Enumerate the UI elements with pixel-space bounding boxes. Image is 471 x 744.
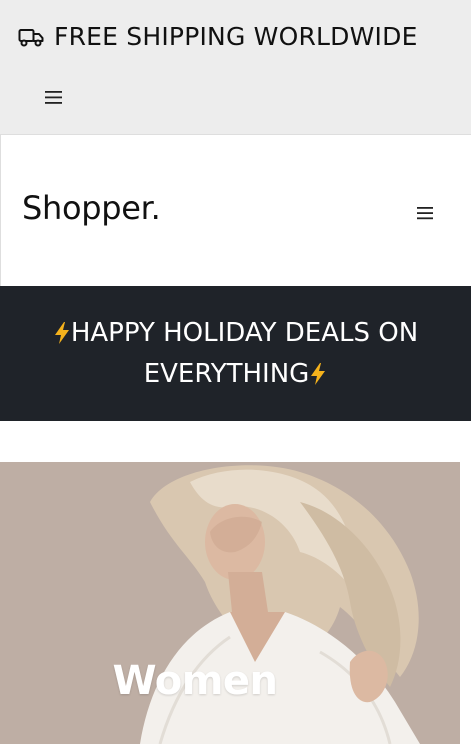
promo-banner: HAPPY HOLIDAY DEALS ON EVERYTHING — [0, 286, 471, 421]
category-label-women[interactable]: Women — [0, 658, 390, 704]
lightning-bolt-icon — [53, 320, 71, 344]
promo-text-1: HAPPY HOLIDAY DEALS ON — [70, 318, 419, 348]
promo-line-2: EVERYTHING — [0, 357, 471, 391]
lightning-bolt-icon — [309, 361, 327, 385]
truck-icon — [18, 27, 44, 47]
announcement-bar: FREE SHIPPING WORLDWIDE — [0, 0, 471, 135]
promo-text-2: EVERYTHING — [143, 359, 310, 389]
shipping-notice: FREE SHIPPING WORLDWIDE — [18, 22, 418, 51]
nav-menu-button[interactable] — [416, 205, 434, 221]
top-menu-button[interactable] — [44, 88, 64, 106]
promo-line-1: HAPPY HOLIDAY DEALS ON — [0, 316, 471, 350]
hamburger-menu-icon — [45, 91, 62, 104]
shipping-text: FREE SHIPPING WORLDWIDE — [54, 22, 418, 51]
brand-logo[interactable]: Shopper. — [22, 189, 161, 227]
hamburger-menu-icon — [417, 207, 433, 220]
